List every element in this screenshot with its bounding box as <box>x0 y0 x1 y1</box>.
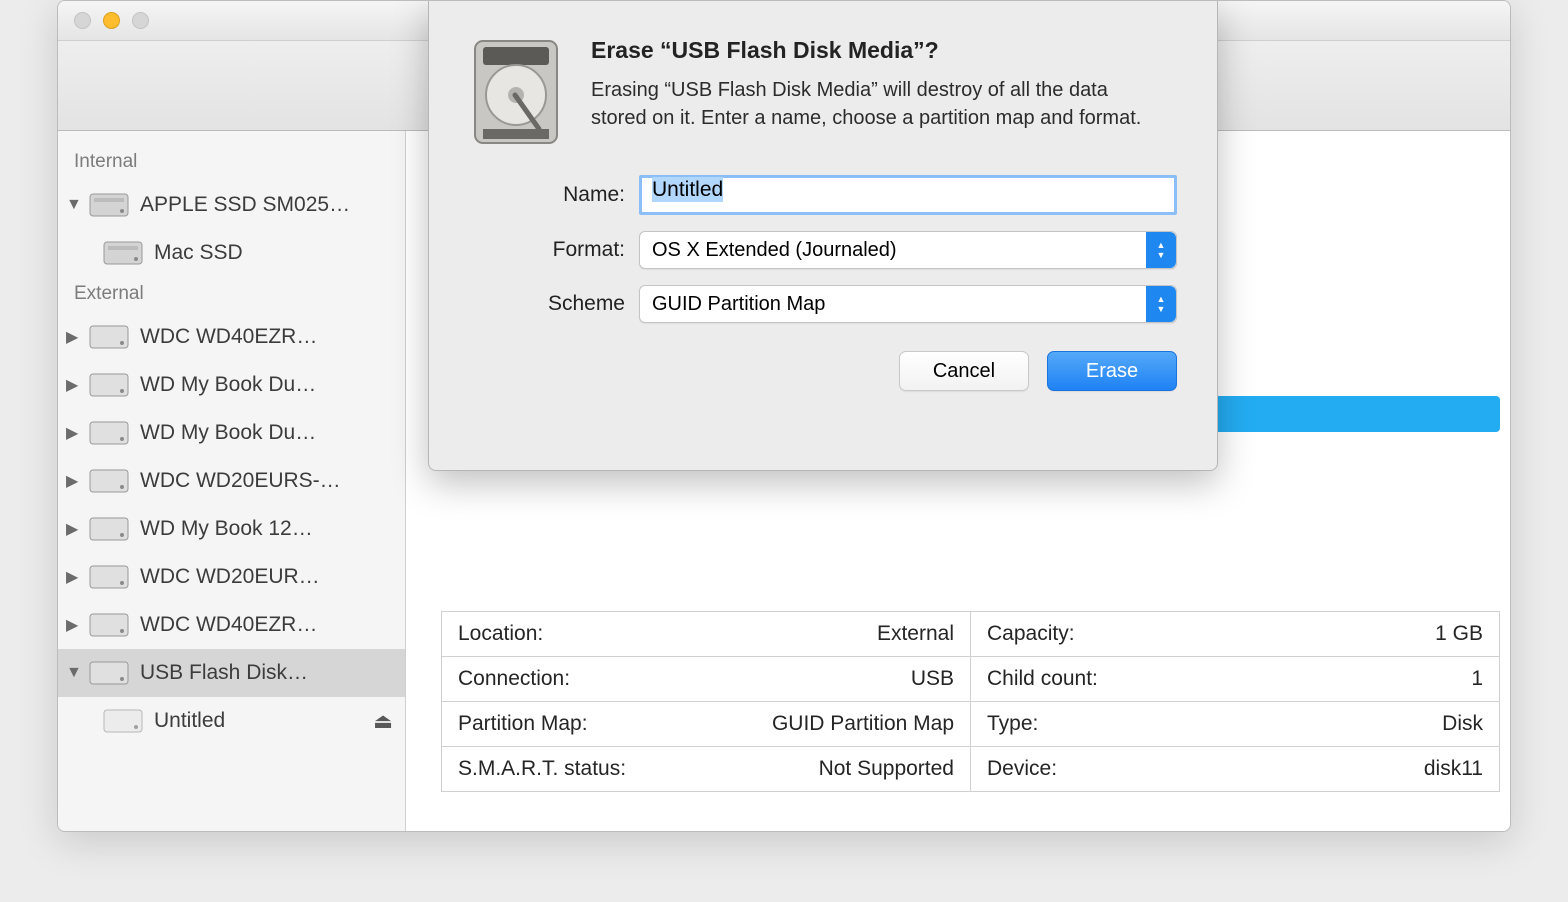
sidebar-volume-internal-0[interactable]: Mac SSD <box>58 229 405 277</box>
sidebar-disk-external-4[interactable]: ▶ WD My Book 12… <box>58 505 405 553</box>
info-value: External <box>877 622 954 646</box>
format-value: OS X Extended (Journaled) <box>652 239 897 262</box>
scheme-label: Scheme <box>469 292 639 316</box>
disclosure-triangle[interactable]: ▼ <box>66 664 84 682</box>
harddisk-large-icon <box>469 37 563 147</box>
info-key: S.M.A.R.T. status: <box>458 757 626 781</box>
format-select[interactable]: OS X Extended (Journaled) <box>639 231 1177 269</box>
harddisk-icon <box>88 368 130 402</box>
info-value: Disk <box>1442 712 1483 736</box>
select-arrows-icon <box>1146 286 1176 322</box>
info-row: S.M.A.R.T. status: Not Supported <box>442 747 970 791</box>
close-button[interactable] <box>74 12 91 29</box>
disclosure-triangle[interactable]: ▶ <box>66 519 84 539</box>
window-controls <box>74 12 149 29</box>
sidebar-item-label: APPLE SSD SM025… <box>140 193 350 217</box>
sidebar-item-label: WD My Book Du… <box>140 421 316 445</box>
harddisk-icon <box>88 656 130 690</box>
sidebar-item-label: Untitled <box>154 709 225 733</box>
eject-icon[interactable]: ⏏ <box>373 709 393 734</box>
info-value: 1 GB <box>1435 622 1483 646</box>
sidebar-disk-external-5[interactable]: ▶ WDC WD20EUR… <box>58 553 405 601</box>
harddisk-icon <box>88 464 130 498</box>
info-key: Capacity: <box>987 622 1075 646</box>
info-row: Partition Map: GUID Partition Map <box>442 702 970 747</box>
disclosure-triangle[interactable]: ▶ <box>66 615 84 635</box>
name-label: Name: <box>469 183 639 207</box>
info-key: Device: <box>987 757 1057 781</box>
info-key: Partition Map: <box>458 712 588 736</box>
disclosure-triangle[interactable]: ▶ <box>66 327 84 347</box>
info-value: 1 <box>1471 667 1483 691</box>
harddisk-icon <box>88 320 130 354</box>
name-value: Untitled <box>652 177 723 202</box>
disk-info-table: Location: External Connection: USB Partiti… <box>441 611 1500 792</box>
sidebar-section-internal: Internal <box>58 145 405 181</box>
harddisk-icon <box>88 188 130 222</box>
disclosure-triangle[interactable]: ▼ <box>66 196 84 214</box>
sidebar-disk-external-7[interactable]: ▼ USB Flash Disk… <box>58 649 405 697</box>
disclosure-triangle[interactable]: ▶ <box>66 567 84 587</box>
sidebar: Internal ▼ APPLE SSD SM025… Mac SSD Exte… <box>58 131 406 831</box>
zoom-button[interactable] <box>132 12 149 29</box>
dialog-title: Erase “USB Flash Disk Media”? <box>591 37 1151 64</box>
app-window: Disk Utility First Aid Partition Erase M… <box>57 0 1511 832</box>
info-row: Location: External <box>442 612 970 657</box>
sidebar-disk-internal-0[interactable]: ▼ APPLE SSD SM025… <box>58 181 405 229</box>
sidebar-disk-external-3[interactable]: ▶ WDC WD20EURS-… <box>58 457 405 505</box>
info-row: Capacity: 1 GB <box>971 612 1499 657</box>
format-label: Format: <box>469 238 639 262</box>
harddisk-icon <box>88 560 130 594</box>
info-row: Child count: 1 <box>971 657 1499 702</box>
sidebar-item-label: WDC WD40EZR… <box>140 613 317 637</box>
dialog-message: Erasing “USB Flash Disk Media” will dest… <box>591 76 1151 132</box>
select-arrows-icon <box>1146 232 1176 268</box>
sidebar-item-label: WD My Book Du… <box>140 373 316 397</box>
info-key: Type: <box>987 712 1038 736</box>
sidebar-item-label: USB Flash Disk… <box>140 661 308 685</box>
info-row: Connection: USB <box>442 657 970 702</box>
sidebar-item-label: Mac SSD <box>154 241 243 265</box>
info-value: disk11 <box>1424 757 1483 781</box>
disclosure-triangle[interactable]: ▶ <box>66 423 84 443</box>
disclosure-triangle[interactable]: ▶ <box>66 375 84 395</box>
cancel-button[interactable]: Cancel <box>899 351 1029 391</box>
scheme-value: GUID Partition Map <box>652 293 825 316</box>
info-value: GUID Partition Map <box>772 712 954 736</box>
disclosure-triangle[interactable]: ▶ <box>66 471 84 491</box>
info-key: Child count: <box>987 667 1098 691</box>
harddisk-icon <box>88 608 130 642</box>
sidebar-volume-external-7[interactable]: Untitled ⏏ <box>58 697 405 745</box>
info-value: USB <box>911 667 954 691</box>
sidebar-item-label: WD My Book 12… <box>140 517 313 541</box>
minimize-button[interactable] <box>103 12 120 29</box>
info-row: Device: disk11 <box>971 747 1499 791</box>
harddisk-icon <box>102 236 144 270</box>
sidebar-section-external: External <box>58 277 405 313</box>
info-value: Not Supported <box>819 757 954 781</box>
sidebar-item-label: WDC WD20EURS-… <box>140 469 341 493</box>
harddisk-icon <box>102 704 144 738</box>
info-row: Type: Disk <box>971 702 1499 747</box>
name-field[interactable]: Untitled <box>639 175 1177 215</box>
sidebar-disk-external-2[interactable]: ▶ WD My Book Du… <box>58 409 405 457</box>
scheme-select[interactable]: GUID Partition Map <box>639 285 1177 323</box>
sidebar-disk-external-1[interactable]: ▶ WD My Book Du… <box>58 361 405 409</box>
sidebar-disk-external-0[interactable]: ▶ WDC WD40EZR… <box>58 313 405 361</box>
sidebar-disk-external-6[interactable]: ▶ WDC WD40EZR… <box>58 601 405 649</box>
info-key: Connection: <box>458 667 570 691</box>
erase-confirm-button[interactable]: Erase <box>1047 351 1177 391</box>
harddisk-icon <box>88 416 130 450</box>
sidebar-item-label: WDC WD40EZR… <box>140 325 317 349</box>
erase-dialog: Erase “USB Flash Disk Media”? Erasing “U… <box>428 1 1218 471</box>
sidebar-item-label: WDC WD20EUR… <box>140 565 320 589</box>
info-key: Location: <box>458 622 543 646</box>
harddisk-icon <box>88 512 130 546</box>
